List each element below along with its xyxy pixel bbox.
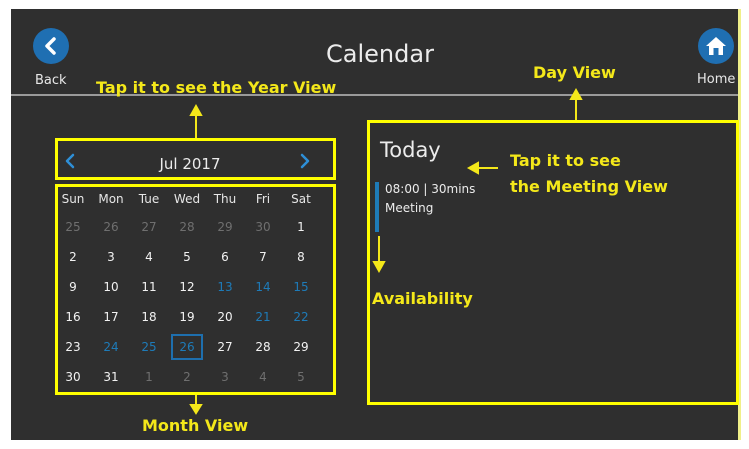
arrow-availability-head <box>372 261 386 274</box>
arrow-day-view-head <box>569 87 583 100</box>
arrow-month-view-head <box>189 404 203 415</box>
arrow-meeting-view-head <box>466 161 479 175</box>
annotation-arrows <box>189 87 583 415</box>
arrow-year-view-head <box>189 103 203 116</box>
